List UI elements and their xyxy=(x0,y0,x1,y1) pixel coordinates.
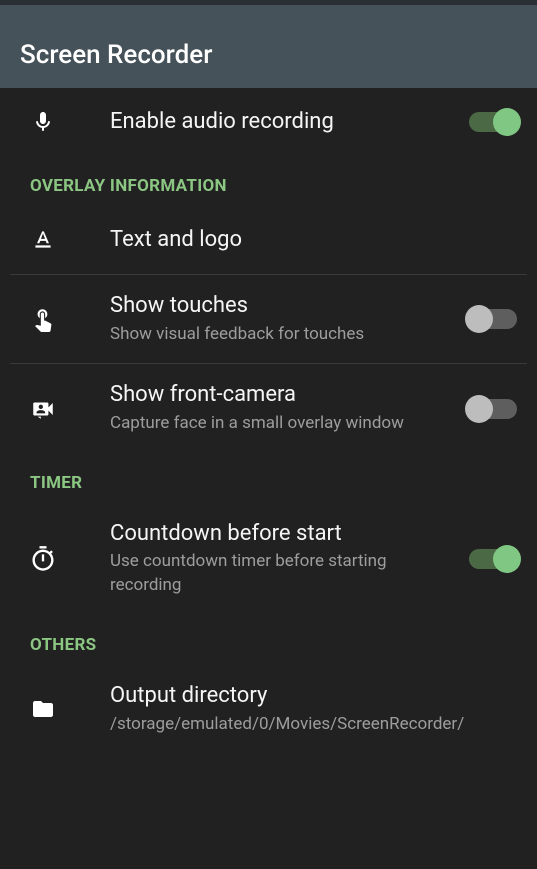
section-overlay-information: OVERLAY INFORMATION xyxy=(0,156,537,206)
item-title: Text and logo xyxy=(110,226,517,255)
microphone-icon xyxy=(24,107,62,137)
item-text: Show touches Show visual feedback for to… xyxy=(110,292,459,346)
toggle-enable-audio[interactable] xyxy=(469,112,517,132)
toggle-show-front-camera[interactable] xyxy=(469,399,517,419)
item-title: Countdown before start xyxy=(110,520,459,549)
item-title: Show touches xyxy=(110,292,459,321)
switch-thumb xyxy=(465,305,493,333)
toggle-countdown[interactable] xyxy=(469,549,517,569)
item-text: Text and logo xyxy=(110,226,517,255)
setting-enable-audio[interactable]: Enable audio recording xyxy=(0,88,537,156)
item-title: Output directory xyxy=(110,682,517,711)
item-subtitle: Capture face in a small overlay window xyxy=(110,412,459,436)
timer-icon xyxy=(24,544,62,574)
front-camera-icon xyxy=(24,394,62,424)
section-others: OTHERS xyxy=(0,615,537,665)
item-subtitle: Use countdown timer before starting reco… xyxy=(110,550,459,598)
text-format-icon xyxy=(24,227,62,253)
folder-icon xyxy=(24,697,62,721)
setting-output-directory[interactable]: Output directory /storage/emulated/0/Mov… xyxy=(0,665,537,753)
switch-thumb xyxy=(493,545,521,573)
item-text: Show front-camera Capture face in a smal… xyxy=(110,381,459,435)
item-title: Enable audio recording xyxy=(110,108,459,137)
switch-thumb xyxy=(465,395,493,423)
toggle-show-touches[interactable] xyxy=(469,309,517,329)
setting-text-and-logo[interactable]: Text and logo xyxy=(0,206,537,274)
item-text: Enable audio recording xyxy=(110,108,459,137)
item-text: Countdown before start Use countdown tim… xyxy=(110,520,459,598)
app-header: Screen Recorder xyxy=(0,5,537,88)
setting-show-front-camera[interactable]: Show front-camera Capture face in a smal… xyxy=(0,364,537,452)
item-title: Show front-camera xyxy=(110,381,459,410)
page-title: Screen Recorder xyxy=(20,40,212,70)
switch-thumb xyxy=(493,108,521,136)
settings-list: Enable audio recording OVERLAY INFORMATI… xyxy=(0,88,537,753)
item-subtitle: /storage/emulated/0/Movies/ScreenRecorde… xyxy=(110,713,517,737)
item-text: Output directory /storage/emulated/0/Mov… xyxy=(110,682,517,736)
section-timer: TIMER xyxy=(0,453,537,503)
setting-countdown[interactable]: Countdown before start Use countdown tim… xyxy=(0,503,537,615)
item-subtitle: Show visual feedback for touches xyxy=(110,323,459,347)
touch-icon xyxy=(24,304,62,334)
setting-show-touches[interactable]: Show touches Show visual feedback for to… xyxy=(0,275,537,363)
